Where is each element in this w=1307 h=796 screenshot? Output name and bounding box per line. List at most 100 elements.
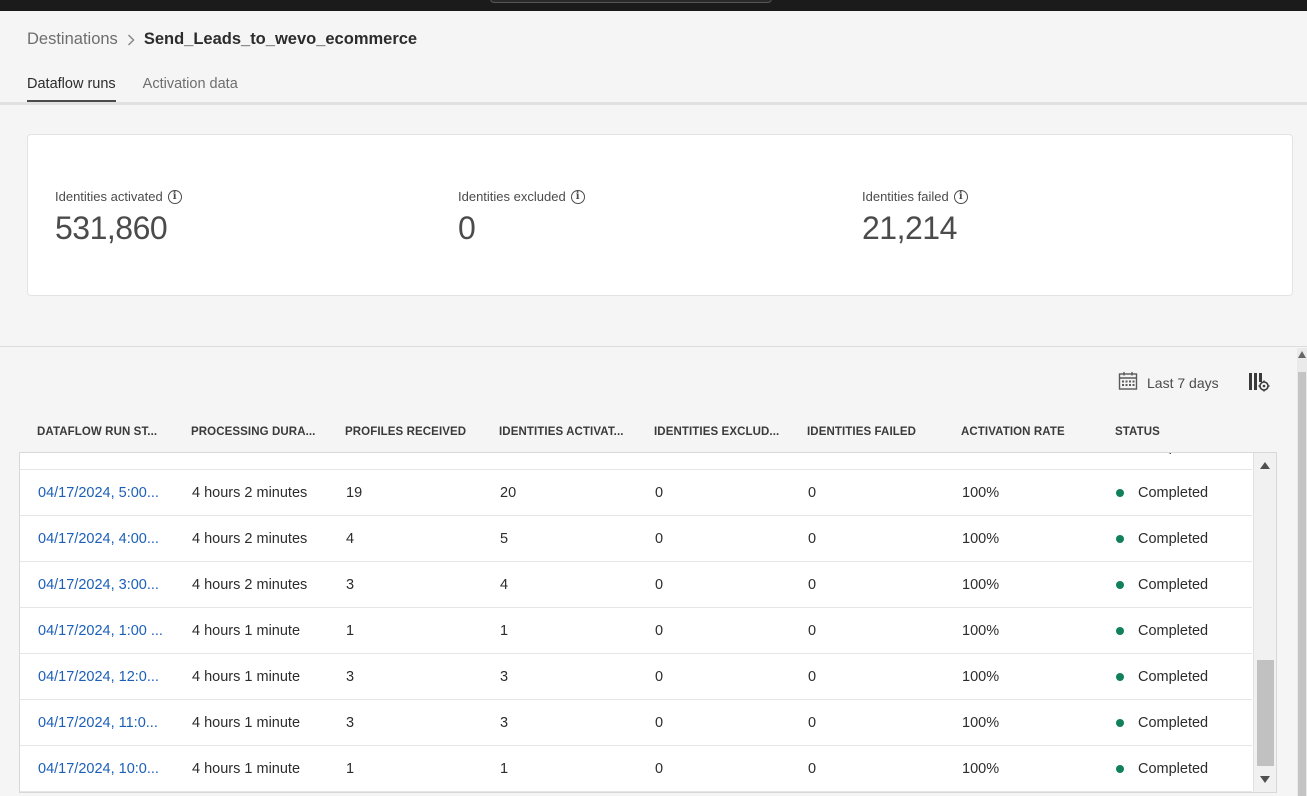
cell-run-start[interactable]: 04/17/2024, 6:00... — [38, 453, 159, 470]
status-label: Completed — [1138, 577, 1209, 593]
cell-identities-failed: 0 — [808, 577, 817, 593]
date-filter-label: Last 7 days — [1147, 374, 1219, 391]
breadcrumb-destinations-link[interactable]: Destinations — [27, 30, 118, 49]
info-icon[interactable]: i — [570, 189, 585, 204]
cell-run-start[interactable]: 04/17/2024, 3:00... — [38, 562, 159, 608]
cell-identities-failed: 0 — [808, 761, 817, 777]
cell-processing-duration: 4 hours 1 minute — [192, 623, 301, 639]
table-body: 04/17/2024, 6:00...4 hours 2 minutes5500… — [19, 452, 1277, 793]
cell-identities-excluded: 0 — [655, 623, 664, 639]
cell-run-start[interactable]: 04/17/2024, 11:0... — [38, 700, 158, 746]
status-dot-icon — [1116, 719, 1124, 727]
cell-identities-failed: 0 — [808, 531, 817, 547]
info-icon[interactable]: i — [953, 189, 968, 204]
calendar-icon — [1118, 371, 1138, 394]
status-label: Completed — [1138, 623, 1209, 639]
stat-identities-failed: Identities failed i 21,214 — [862, 189, 968, 247]
tab-list: Dataflow runs Activation data — [27, 76, 238, 102]
column-header-identities-failed[interactable]: IDENTITIES FAILED — [807, 426, 916, 438]
column-header-profiles-received[interactable]: PROFILES RECEIVED — [345, 426, 466, 438]
table-row[interactable]: 04/17/2024, 12:0... 4 hours 1 minute 3 3 0 0 1… — [20, 654, 1252, 700]
status-label: Completed — [1138, 669, 1209, 685]
column-header-identities-activated[interactable]: IDENTITIES ACTIVAT... — [499, 426, 624, 438]
cell-run-start[interactable]: 04/17/2024, 12:0... — [38, 654, 159, 700]
section-divider — [0, 346, 1307, 347]
cell-status: Completed — [1116, 608, 1208, 654]
column-header-identities-excluded[interactable]: IDENTITIES EXCLUD... — [654, 426, 779, 438]
cell-status: Completed — [1116, 516, 1208, 562]
cell-identities-excluded: 0 — [655, 761, 664, 777]
stat-label: Identities failed — [862, 189, 949, 204]
cell-processing-duration: 4 hours 1 minute — [192, 669, 301, 685]
scrollbar-thumb[interactable] — [1257, 660, 1274, 766]
scroll-up-arrow-icon[interactable] — [1260, 462, 1270, 469]
cell-identities-activated: 3 — [500, 669, 509, 685]
stat-label: Identities excluded — [458, 189, 566, 204]
table-row[interactable]: 04/17/2024, 4:00... 4 hours 2 minutes 4 5 0 0… — [20, 516, 1252, 562]
cell-run-start[interactable]: 04/17/2024, 10:0... — [38, 746, 159, 792]
cell-identities-failed: 0 — [808, 453, 816, 470]
column-settings-button[interactable] — [1248, 372, 1270, 392]
stat-identities-excluded: Identities excluded i 0 — [458, 189, 585, 247]
cell-run-start[interactable]: 04/17/2024, 5:00... — [38, 470, 159, 516]
column-header-activation-rate[interactable]: ACTIVATION RATE — [961, 426, 1065, 438]
status-label: Completed — [1138, 453, 1208, 455]
cell-identities-activated: 20 — [500, 485, 517, 501]
cell-activation-rate: 100% — [962, 669, 1000, 685]
cell-run-start[interactable]: 04/17/2024, 1:00 ... — [38, 608, 163, 654]
info-icon[interactable]: i — [167, 189, 182, 204]
cell-profiles-received: 3 — [346, 577, 355, 593]
date-range-filter[interactable]: Last 7 days — [1118, 371, 1219, 394]
status-label: Completed — [1138, 531, 1209, 547]
cell-identities-activated: 4 — [500, 577, 509, 593]
cell-identities-excluded: 0 — [655, 485, 664, 501]
cell-identities-excluded: 0 — [655, 531, 664, 547]
cell-identities-activated: 1 — [500, 761, 509, 777]
scroll-up-arrow-icon[interactable] — [1298, 351, 1306, 358]
chevron-right-icon — [127, 33, 135, 46]
tab-activation-data[interactable]: Activation data — [143, 76, 238, 102]
table-row[interactable]: 04/17/2024, 11:0... 4 hours 1 minute 3 3 0 0 1… — [20, 700, 1252, 746]
table-row[interactable]: 04/17/2024, 6:00... 4 hours 2 minutes 5 5 0 0… — [20, 453, 1252, 470]
status-dot-icon — [1116, 489, 1124, 497]
cell-status: Completed — [1116, 654, 1208, 700]
cell-activation-rate: 100% — [962, 453, 999, 470]
cell-identities-activated: 5 — [500, 531, 509, 547]
cell-processing-duration: 4 hours 1 minute — [192, 761, 301, 777]
cell-status: Completed — [1116, 470, 1208, 516]
tab-dataflow-runs[interactable]: Dataflow runs — [27, 76, 116, 102]
table-row[interactable]: 04/17/2024, 5:00... 4 hours 2 minutes 19 20… — [20, 470, 1252, 516]
cell-processing-duration: 4 hours 2 minutes — [192, 453, 307, 470]
stat-value: 531,860 — [55, 210, 168, 246]
column-header-processing-duration[interactable]: PROCESSING DURA... — [191, 426, 315, 438]
table-row[interactable]: 04/17/2024, 1:00 ... 4 hours 1 minute 1 1 0 0… — [20, 608, 1252, 654]
cell-profiles-received: 3 — [346, 669, 355, 685]
breadcrumb: Destinations Send_Leads_to_wevo_ecommerc… — [27, 30, 417, 49]
cell-activation-rate: 100% — [962, 531, 1000, 547]
scroll-down-arrow-icon[interactable] — [1260, 776, 1270, 783]
column-header-run-start[interactable]: DATAFLOW RUN ST... — [37, 426, 157, 438]
stat-identities-activated: Identities activated i 531,860 — [55, 189, 182, 247]
page-scrollbar[interactable] — [1297, 348, 1307, 796]
cell-processing-duration: 4 hours 2 minutes — [192, 531, 308, 547]
status-dot-icon — [1116, 765, 1124, 773]
table-header: DATAFLOW RUN ST... PROCESSING DURA... PR… — [19, 424, 1277, 452]
stat-value: 0 — [458, 210, 476, 246]
status-label: Completed — [1138, 715, 1209, 731]
cell-identities-excluded: 0 — [655, 577, 664, 593]
table-row[interactable]: 04/17/2024, 10:0... 4 hours 1 minute 1 1 0 0 1… — [20, 746, 1252, 792]
status-dot-icon — [1116, 673, 1124, 681]
cell-status: Completed — [1116, 453, 1208, 470]
cell-status: Completed — [1116, 746, 1208, 792]
cell-activation-rate: 100% — [962, 761, 1000, 777]
table-scrollbar[interactable] — [1253, 453, 1276, 792]
scrollbar-thumb[interactable] — [1298, 372, 1306, 796]
table-row[interactable]: 04/17/2024, 3:00... 4 hours 2 minutes 3 4 0 0… — [20, 562, 1252, 608]
cell-identities-failed: 0 — [808, 485, 817, 501]
column-header-status[interactable]: STATUS — [1115, 426, 1160, 438]
cell-run-start[interactable]: 04/17/2024, 4:00... — [38, 516, 159, 562]
status-dot-icon — [1116, 535, 1124, 543]
cell-identities-excluded: 0 — [655, 453, 663, 470]
cell-identities-failed: 0 — [808, 715, 817, 731]
top-search-bar[interactable] — [490, 0, 772, 3]
